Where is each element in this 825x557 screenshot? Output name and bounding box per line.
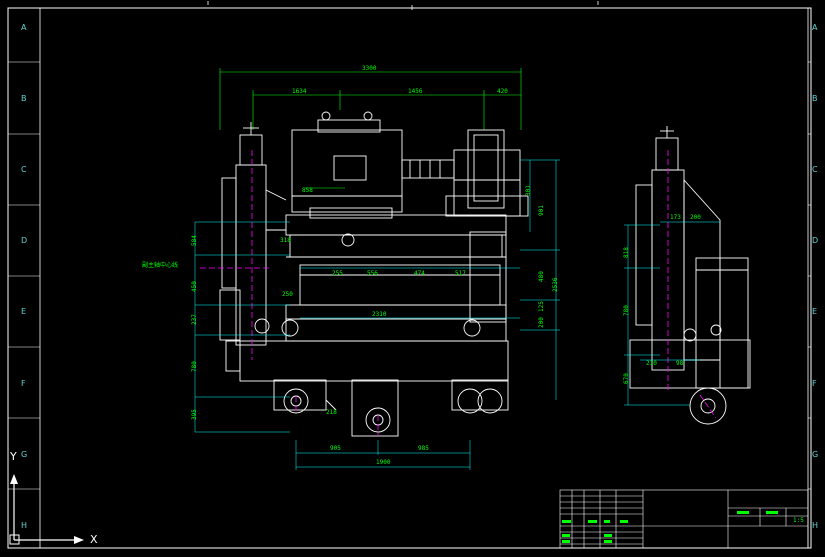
front-view[interactable]: 3300 1634 1456 420 858 255 556 474 517 2… <box>142 65 560 470</box>
centerline-note: 副主轴中心线 <box>142 261 178 269</box>
ucs-x-label: X <box>90 533 98 546</box>
wheels <box>273 379 509 437</box>
zone-label-g-left: G <box>21 450 27 459</box>
title-block-scale: 1:5 <box>793 517 804 524</box>
dim-wheel-1900: 1900 <box>376 459 391 466</box>
dim-side-210: 210 <box>646 360 657 367</box>
dim-left-395: 395 <box>191 409 198 420</box>
zone-label-b-left: B <box>21 94 27 103</box>
dim-h-474: 474 <box>414 270 425 277</box>
dim-side-98: 98 <box>676 360 684 367</box>
dim-seg-2: 1456 <box>408 88 423 95</box>
dim-shaft-2310: 2310 <box>372 311 387 318</box>
dim-side-780: 780 <box>623 305 630 316</box>
zone-label-g-right: G <box>812 450 818 459</box>
zone-label-a-right: A <box>812 23 818 32</box>
dim-right-125: 125 <box>538 301 545 312</box>
zone-label-f-left: F <box>21 379 26 388</box>
zone-label-c-right: C <box>812 165 818 174</box>
dim-side-670: 670 <box>623 373 630 384</box>
main-frame <box>225 214 509 382</box>
zone-dividers <box>8 61 811 490</box>
zone-label-b-right: B <box>812 94 818 103</box>
side-centerlines <box>667 150 717 419</box>
dim-left-237: 237 <box>191 314 198 325</box>
dim-h-517: 517 <box>455 270 466 277</box>
zone-label-h-right: H <box>812 521 818 530</box>
dim-small-218: 218 <box>326 409 337 416</box>
side-extension-lines <box>624 221 720 406</box>
motor <box>291 111 403 219</box>
dim-side-200: 200 <box>690 214 701 221</box>
coupling-shaft <box>401 159 455 179</box>
zone-label-a-left: A <box>21 23 27 32</box>
cad-drawing-canvas[interactable]: A B C D E F G H A B C D E F G H 3300 163… <box>0 0 825 557</box>
dim-h-255: 255 <box>332 270 343 277</box>
dim-wheel-985: 985 <box>418 445 429 452</box>
side-column <box>629 126 751 425</box>
title-block <box>559 489 809 549</box>
zone-label-d-right: D <box>812 236 818 245</box>
dim-h-556: 556 <box>367 270 378 277</box>
top-markers <box>207 1 599 10</box>
dim-wheel-905: 905 <box>330 445 341 452</box>
dim-right-480: 480 <box>538 271 545 282</box>
ucs-icon <box>9 474 84 545</box>
dim-left-780: 780 <box>191 361 198 372</box>
dim-side-818: 818 <box>623 247 630 258</box>
dim-left-584: 584 <box>191 235 198 246</box>
dim-right-301: 301 <box>525 185 532 196</box>
side-view[interactable]: 173 200 818 780 670 210 98 <box>623 126 751 425</box>
dim-overall-width: 3300 <box>362 65 377 72</box>
dim-side-173: 173 <box>670 214 681 221</box>
gearbox <box>445 129 529 217</box>
dim-small-250: 250 <box>282 291 293 298</box>
left-column <box>219 122 287 346</box>
dim-left-450: 450 <box>191 281 198 292</box>
zone-label-e-right: E <box>812 307 817 316</box>
dim-seg-1: 1634 <box>292 88 307 95</box>
zone-label-f-right: F <box>812 379 817 388</box>
ucs-y-label: Y <box>9 450 17 463</box>
dim-right-901: 901 <box>538 205 545 216</box>
zone-label-h-left: H <box>21 521 27 530</box>
dim-seg-3: 420 <box>497 88 508 95</box>
zone-label-d-left: D <box>21 236 27 245</box>
zone-label-e-left: E <box>21 307 26 316</box>
top-dimension-lines <box>219 68 522 189</box>
zone-label-c-left: C <box>21 165 27 174</box>
dim-small-318: 318 <box>280 237 291 244</box>
dim-right-200: 200 <box>538 317 545 328</box>
dim-motor-offset: 858 <box>302 187 313 194</box>
dim-right-2536: 2536 <box>552 277 559 292</box>
